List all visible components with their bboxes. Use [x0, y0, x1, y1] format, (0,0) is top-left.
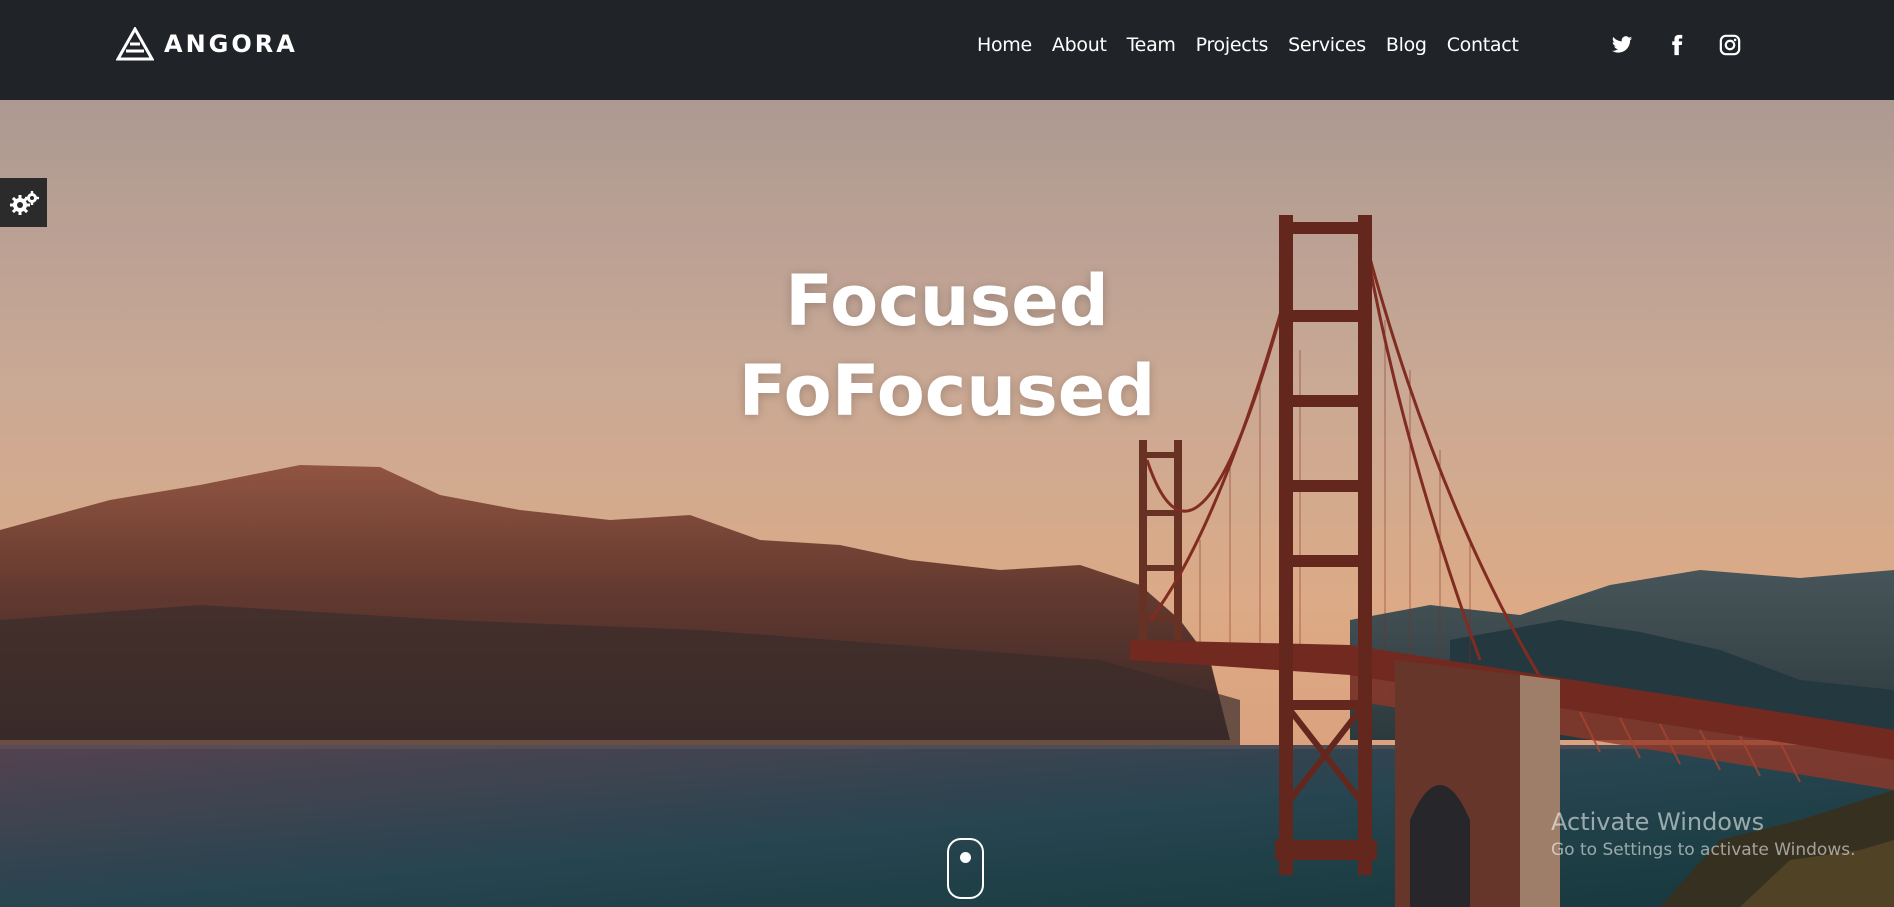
hero-headline-line2: FoFocused — [738, 350, 1156, 432]
nav-contact[interactable]: Contact — [1447, 34, 1519, 56]
brand-logo[interactable]: ANGORA — [116, 27, 298, 61]
watermark-title: Activate Windows — [1551, 808, 1765, 836]
main-nav: Home About Team Projects Services Blog C… — [977, 34, 1539, 56]
nav-services[interactable]: Services — [1288, 34, 1366, 56]
nav-about[interactable]: About — [1052, 34, 1107, 56]
brand-name: ANGORA — [164, 30, 298, 58]
instagram-icon[interactable] — [1719, 34, 1741, 56]
gear-icon — [9, 190, 39, 215]
angora-logo-icon — [116, 27, 154, 61]
scroll-dot — [960, 852, 971, 863]
hero-background-image — [0, 100, 1894, 907]
nav-team[interactable]: Team — [1127, 34, 1176, 56]
nav-blog[interactable]: Blog — [1386, 34, 1427, 56]
watermark-subtitle: Go to Settings to activate Windows. — [1551, 840, 1856, 860]
hero-section — [0, 100, 1894, 907]
settings-toggle-button[interactable] — [0, 178, 47, 227]
facebook-icon[interactable] — [1666, 34, 1688, 56]
hero-headline-line1: Focused — [785, 260, 1109, 342]
scroll-down-indicator[interactable] — [947, 838, 984, 899]
hero-headline: Focused FoFocused — [0, 256, 1894, 436]
twitter-icon[interactable] — [1611, 34, 1633, 56]
nav-projects[interactable]: Projects — [1196, 34, 1269, 56]
activate-windows-watermark: Activate Windows Go to Settings to activ… — [1551, 808, 1856, 860]
navbar: ANGORA Home About Team Projects Services… — [0, 0, 1894, 100]
nav-home[interactable]: Home — [977, 34, 1032, 56]
